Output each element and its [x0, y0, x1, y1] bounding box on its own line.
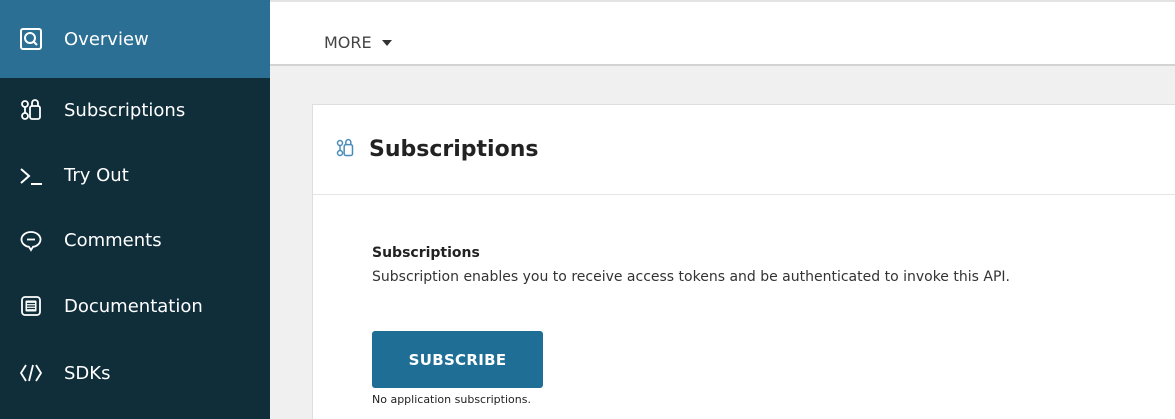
sidebar-item-label: SDKs [64, 362, 111, 384]
sidebar-item-sdks[interactable]: SDKs [0, 340, 270, 406]
document-icon [18, 293, 44, 319]
section-title: Subscriptions [372, 245, 480, 261]
subscriptions-icon [18, 97, 44, 123]
sidebar: Overview Subscriptions Try Out Comments … [0, 0, 270, 419]
subscriptions-icon [335, 138, 355, 162]
section-description: Subscription enables you to receive acce… [372, 269, 1010, 285]
overview-icon [18, 26, 44, 52]
sidebar-item-label: Overview [64, 28, 149, 50]
card-header: Subscriptions [313, 105, 1175, 195]
comment-icon [18, 228, 44, 254]
sidebar-item-comments[interactable]: Comments [0, 209, 270, 272]
sidebar-item-label: Comments [64, 230, 162, 251]
card-body: Subscriptions Subscription enables you t… [372, 245, 1162, 285]
card-title: Subscriptions [369, 137, 539, 162]
sidebar-item-label: Documentation [64, 295, 203, 317]
subscribe-button[interactable]: SUBSCRIBE [372, 331, 543, 388]
more-label: MORE [324, 33, 372, 52]
sidebar-item-try-out[interactable]: Try Out [0, 142, 270, 209]
subscription-status-text: No application subscriptions. [372, 393, 531, 406]
sidebar-item-subscriptions[interactable]: Subscriptions [0, 78, 270, 142]
subscriptions-card: Subscriptions Subscriptions Subscription… [312, 104, 1175, 419]
caret-down-icon [381, 39, 392, 46]
sidebar-item-label: Subscriptions [64, 99, 186, 121]
more-menu-button[interactable]: MORE [324, 33, 392, 52]
top-bar: MORE [270, 0, 1175, 66]
code-icon [18, 360, 44, 386]
sidebar-item-overview[interactable]: Overview [0, 0, 270, 78]
terminal-icon [18, 163, 44, 189]
sidebar-item-label: Try Out [64, 165, 129, 186]
sidebar-item-documentation[interactable]: Documentation [0, 272, 270, 340]
